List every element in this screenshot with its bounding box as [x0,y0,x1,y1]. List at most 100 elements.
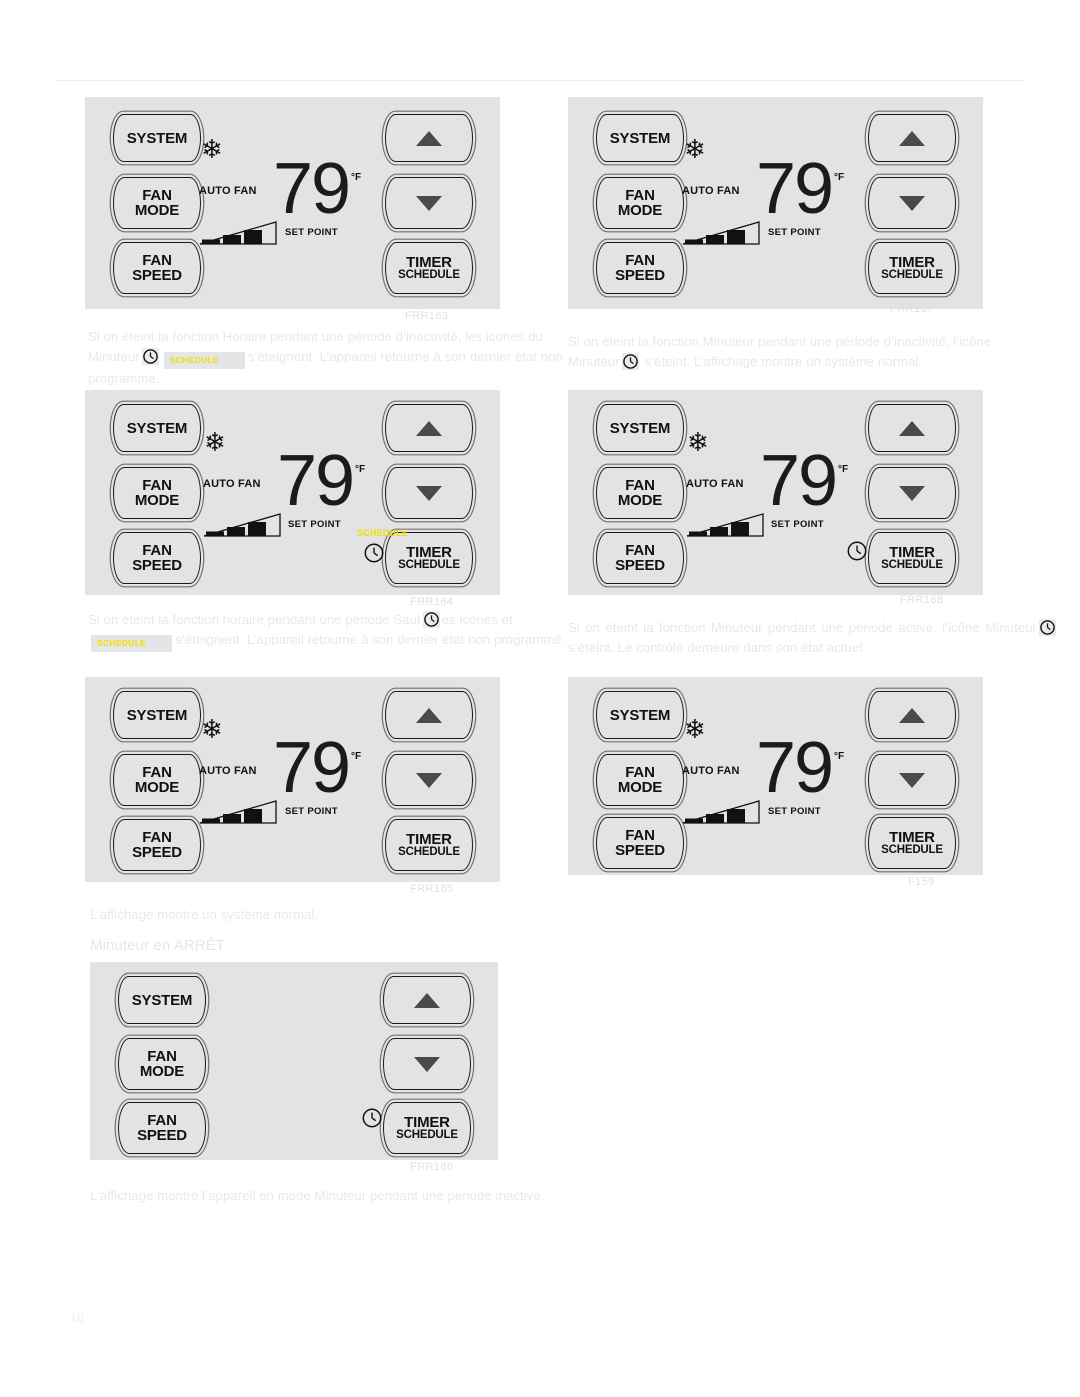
triangle-down-icon [416,485,442,501]
system-button[interactable]: SYSTEM [596,404,684,452]
fan-mode-button[interactable]: FAN MODE [596,467,684,519]
caption-left-2: Si on éteint la fonction horaire pendant… [88,610,568,652]
auto-fan-label: AUTO FAN [203,478,261,490]
setpoint-temperature: 79 [273,149,351,229]
temperature-down-button[interactable] [868,467,956,519]
triangle-up-icon [899,420,925,436]
triangle-up-icon [899,707,925,723]
snowflake-icon: ❄ [684,134,706,164]
figure-code: FRR164 [410,596,454,608]
fan-speed-indicator [681,799,763,830]
temperature-up-button[interactable] [868,691,956,739]
fan-mode-button[interactable]: FAN MODE [596,177,684,229]
panel-frr163: SYSTEM FAN MODE FAN SPEED TIMER SCHEDULE… [85,97,500,322]
triangle-up-icon [416,707,442,723]
caption-text: L’affichage montre l’appareil en mode Mi… [90,1188,545,1203]
panel-f159: SYSTEM FAN MODE FAN SPEED TIMER SCHEDULE… [568,677,983,888]
triangle-down-icon [414,1056,440,1072]
triangle-up-icon [416,130,442,146]
temperature-up-button[interactable] [383,976,471,1024]
clock-icon [1039,619,1056,636]
figure-code: FRR166 [410,1161,454,1173]
system-button[interactable]: SYSTEM [113,404,201,452]
setpoint-temperature: 79 [756,728,834,808]
fan-mode-button[interactable]: FAN MODE [596,754,684,806]
caption-left-3: L’affichage montre un système normal. [90,905,570,925]
degree-unit-label: °F [834,751,845,762]
timer-schedule-button[interactable]: TIMER SCHEDULE [383,1102,471,1154]
snowflake-icon: ❄ [201,714,223,744]
clock-icon [361,1107,383,1134]
caption-text: s’éteint. L’affichage montre un système … [644,353,923,369]
temperature-up-button[interactable] [868,114,956,162]
triangle-up-icon [899,130,925,146]
temperature-up-button[interactable] [385,114,473,162]
system-button[interactable]: SYSTEM [113,691,201,739]
panel-frr165: SYSTEM FAN MODE FAN SPEED TIMER SCHEDULE… [85,677,500,895]
fan-speed-button[interactable]: FAN SPEED [596,242,684,294]
triangle-up-icon [416,420,442,436]
fan-speed-button[interactable]: FAN SPEED [113,532,201,584]
degree-unit-label: °F [834,172,845,183]
triangle-down-icon [899,772,925,788]
system-button[interactable]: SYSTEM [118,976,206,1024]
timer-schedule-button[interactable]: TIMER SCHEDULE [385,242,473,294]
caption-text: Si on éteint la fonction horaire pendant… [88,612,421,627]
system-button[interactable]: SYSTEM [596,114,684,162]
temperature-down-button[interactable] [385,177,473,229]
set-point-label: SET POINT [768,806,821,817]
degree-unit-label: °F [351,172,362,183]
timer-schedule-button[interactable]: TIMER SCHEDULE [868,532,956,584]
auto-fan-label: AUTO FAN [682,185,740,197]
temperature-down-button[interactable] [868,754,956,806]
timer-schedule-button[interactable]: TIMER SCHEDULE [385,532,473,584]
temperature-up-button[interactable] [868,404,956,452]
degree-unit-label: °F [838,464,849,475]
temperature-down-button[interactable] [868,177,956,229]
page-number: 18 [70,1311,85,1325]
fan-speed-button[interactable]: FAN SPEED [596,532,684,584]
fan-speed-indicator [202,512,284,543]
fan-speed-button[interactable]: FAN SPEED [113,242,201,294]
system-button[interactable]: SYSTEM [113,114,201,162]
section-heading-timer-off: Minuteur en ARRÊT [90,937,226,954]
schedule-badge: SCHEDULE [163,351,245,369]
clock-icon [621,352,639,370]
caption-text: Si on éteint la fonction Minuteur pendan… [568,620,1037,635]
setpoint-temperature: 79 [273,728,351,808]
figure-code: FRR165 [410,883,454,895]
fan-speed-button[interactable]: FAN SPEED [113,819,201,871]
timer-schedule-button[interactable]: TIMER SCHEDULE [868,817,956,869]
panel-frr164: SYSTEM FAN MODE FAN SPEED TIMER SCHEDULE… [85,390,500,608]
clock-icon [846,540,868,567]
temperature-up-button[interactable] [385,691,473,739]
auto-fan-label: AUTO FAN [199,185,257,197]
set-point-label: SET POINT [288,519,341,530]
snowflake-icon: ❄ [687,427,709,457]
caption-left-4: L’affichage montre l’appareil en mode Mi… [90,1186,587,1206]
timer-schedule-button[interactable]: TIMER SCHEDULE [385,819,473,871]
auto-fan-label: AUTO FAN [199,765,257,777]
fan-speed-button[interactable]: FAN SPEED [118,1102,206,1154]
auto-fan-label: AUTO FAN [682,765,740,777]
temperature-up-button[interactable] [385,404,473,452]
fan-mode-button[interactable]: FAN MODE [113,754,201,806]
timer-schedule-button[interactable]: TIMER SCHEDULE [868,242,956,294]
degree-unit-label: °F [351,751,362,762]
temperature-down-button[interactable] [385,467,473,519]
fan-speed-button[interactable]: FAN SPEED [596,817,684,869]
fan-mode-button[interactable]: FAN MODE [118,1038,206,1090]
fan-mode-button[interactable]: FAN MODE [113,467,201,519]
caption-text: s’éteignent. L’appareil retourne à son d… [175,631,566,647]
fan-speed-indicator [198,799,280,830]
fan-speed-indicator [685,512,767,543]
schedule-indicator: SCHEDULE [357,528,409,538]
snowflake-icon: ❄ [684,714,706,744]
temperature-down-button[interactable] [385,754,473,806]
temperature-down-button[interactable] [383,1038,471,1090]
clock-icon [141,347,159,365]
system-button[interactable]: SYSTEM [596,691,684,739]
caption-text: L’affichage montre un système normal. [90,907,319,922]
figure-code: F159 [908,876,935,888]
fan-mode-button[interactable]: FAN MODE [113,177,201,229]
